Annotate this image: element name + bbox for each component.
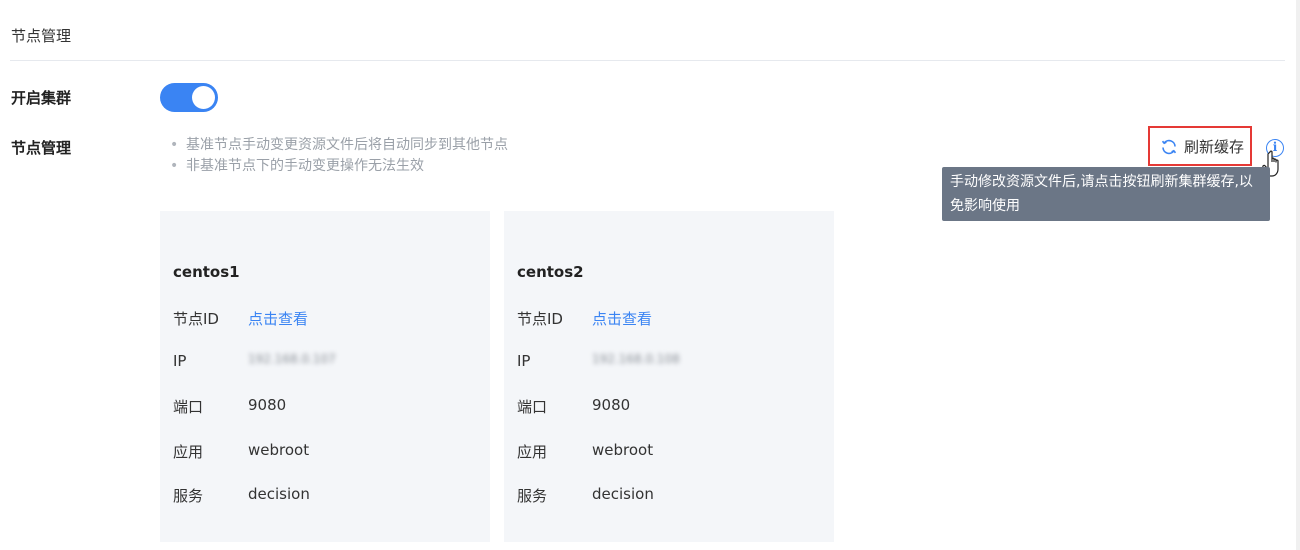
service-label: 服务 bbox=[173, 487, 204, 505]
node-card: centos2 节点ID 点击查看 IP 192.168.0.108 端口 90… bbox=[504, 211, 834, 542]
nodes-section-label: 节点管理 bbox=[11, 139, 72, 157]
app-value: webroot bbox=[592, 441, 654, 459]
port-value: 9080 bbox=[592, 396, 631, 414]
tips-list: 基准节点手动变更资源文件后将自动同步到其他节点 非基准节点下的手动变更操作无法生… bbox=[170, 135, 508, 177]
ip-value: 192.168.0.107 bbox=[248, 352, 336, 366]
app-label: 应用 bbox=[173, 443, 204, 461]
app-value: webroot bbox=[248, 441, 310, 459]
service-value: decision bbox=[248, 485, 310, 503]
node-name: centos1 bbox=[173, 263, 240, 281]
port-value: 9080 bbox=[248, 396, 287, 414]
tip-item: 基准节点手动变更资源文件后将自动同步到其他节点 bbox=[170, 135, 508, 156]
service-value: decision bbox=[592, 485, 654, 503]
refresh-tooltip: 手动修改资源文件后,请点击按钮刷新集群缓存,以免影响使用 bbox=[942, 167, 1270, 221]
port-label: 端口 bbox=[173, 398, 204, 416]
cluster-toggle[interactable] bbox=[160, 83, 218, 112]
ip-label: IP bbox=[517, 352, 531, 370]
node-id-label: 节点ID bbox=[517, 310, 563, 328]
node-id-link[interactable]: 点击查看 bbox=[248, 308, 308, 329]
refresh-cache-button[interactable]: 刷新缓存 bbox=[1160, 136, 1244, 157]
scrollbar-track[interactable] bbox=[1296, 0, 1300, 550]
service-label: 服务 bbox=[517, 487, 548, 505]
refresh-icon bbox=[1160, 138, 1178, 156]
ip-label: IP bbox=[173, 352, 187, 370]
ip-value: 192.168.0.108 bbox=[592, 352, 680, 366]
header-divider bbox=[10, 60, 1285, 61]
app-label: 应用 bbox=[517, 443, 548, 461]
port-label: 端口 bbox=[517, 398, 548, 416]
node-id-link[interactable]: 点击查看 bbox=[592, 308, 652, 329]
toggle-knob bbox=[192, 86, 215, 109]
page-title: 节点管理 bbox=[11, 27, 72, 45]
node-id-label: 节点ID bbox=[173, 310, 219, 328]
cluster-label: 开启集群 bbox=[11, 89, 72, 107]
tip-item: 非基准节点下的手动变更操作无法生效 bbox=[170, 156, 508, 177]
refresh-cache-label: 刷新缓存 bbox=[1184, 138, 1245, 156]
node-name: centos2 bbox=[517, 263, 584, 281]
node-card: centos1 节点ID 点击查看 IP 192.168.0.107 端口 90… bbox=[160, 211, 490, 542]
